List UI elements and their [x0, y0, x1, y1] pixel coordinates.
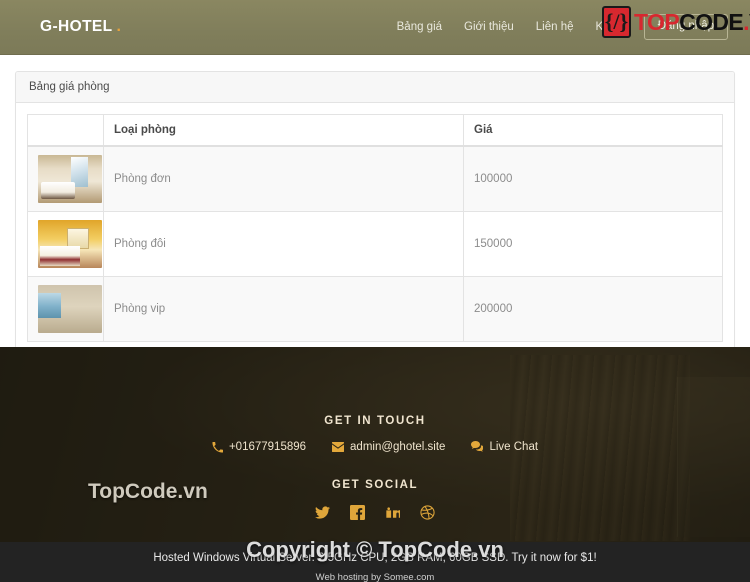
nav-item-gioi-thieu[interactable]: Giới thiệu	[464, 21, 514, 33]
main-navigation: Bảng giá Giới thiệu Liên hệ Khác Đăng nh…	[397, 14, 728, 40]
contact-row: +01677915896 admin@ghotel.site Live Chat	[0, 441, 750, 453]
room-type-cell: Phòng đôi	[103, 211, 464, 277]
main-content: Bảng giá phòng Loại phòng Giá Phòng đơn …	[0, 55, 750, 357]
nav-item-lien-he[interactable]: Liên hệ	[536, 21, 574, 33]
table-header-row: Loại phòng Giá	[27, 114, 723, 147]
hosting-ad-bar: Hosted Windows Virtual Server. 2.5GHz CP…	[0, 542, 750, 582]
room-vip-photo	[38, 285, 102, 333]
page-root: G-HOTEL. Bảng giá Giới thiệu Liên hệ Khá…	[0, 0, 750, 582]
envelope-icon	[332, 441, 345, 453]
brand-name: G-HOTEL	[40, 18, 113, 35]
room-single-photo	[38, 155, 102, 203]
column-header-price: Giá	[463, 114, 723, 147]
get-social-title: GET SOCIAL	[331, 479, 419, 491]
room-double-photo	[38, 220, 102, 268]
nav-item-khac[interactable]: Khác	[596, 21, 622, 33]
get-in-touch-title: GET IN TOUCH	[324, 415, 426, 427]
price-panel: Bảng giá phòng Loại phòng Giá Phòng đơn …	[15, 71, 735, 357]
room-thumbnail-cell	[27, 276, 104, 342]
contact-email[interactable]: admin@ghotel.site	[332, 441, 445, 453]
room-thumbnail-cell	[27, 211, 104, 277]
table-body: Phòng đơn 100000 Phòng đôi 150000 Phòng …	[27, 145, 723, 342]
social-links-row	[0, 505, 750, 520]
phone-icon	[212, 441, 223, 453]
contact-phone[interactable]: +01677915896	[212, 441, 306, 453]
chat-icon	[471, 441, 484, 453]
contact-live-chat[interactable]: Live Chat	[471, 441, 538, 453]
live-chat-label: Live Chat	[489, 441, 539, 453]
room-thumbnail-cell	[27, 145, 104, 212]
phone-number: +01677915896	[228, 441, 307, 453]
room-price-table: Loại phòng Giá Phòng đơn 100000 Phòng đô…	[27, 114, 723, 342]
account-button[interactable]: Đăng nhập	[643, 14, 728, 40]
footer-content: GET IN TOUCH +01677915896 admin@ghotel.s…	[0, 347, 750, 520]
brand-logo[interactable]: G-HOTEL.	[40, 18, 121, 36]
hosting-ad-subtext[interactable]: Web hosting by Somee.com	[0, 572, 750, 582]
table-row[interactable]: Phòng vip 200000	[27, 276, 723, 342]
room-price-cell: 100000	[463, 145, 723, 212]
room-type-cell: Phòng vip	[103, 276, 464, 342]
facebook-icon[interactable]	[350, 505, 365, 520]
nav-item-bang-gia[interactable]: Bảng giá	[397, 21, 442, 33]
table-row[interactable]: Phòng đôi 150000	[27, 211, 723, 277]
room-price-cell: 150000	[463, 211, 723, 277]
table-row[interactable]: Phòng đơn 100000	[27, 145, 723, 212]
brand-dot: .	[116, 18, 122, 35]
panel-body: Loại phòng Giá Phòng đơn 100000 Phòng đô…	[16, 103, 734, 356]
watermark-dot: .	[743, 8, 749, 35]
email-address: admin@ghotel.site	[350, 441, 446, 453]
room-type-cell: Phòng đơn	[103, 145, 464, 212]
panel-title: Bảng giá phòng	[16, 72, 734, 103]
room-price-cell: 200000	[463, 276, 723, 342]
site-footer: GET IN TOUCH +01677915896 admin@ghotel.s…	[0, 347, 750, 542]
hosting-ad-headline[interactable]: Hosted Windows Virtual Server. 2.5GHz CP…	[0, 552, 750, 564]
column-header-thumb	[27, 114, 104, 147]
site-header: G-HOTEL. Bảng giá Giới thiệu Liên hệ Khá…	[0, 0, 750, 55]
table-head: Loại phòng Giá	[27, 114, 723, 147]
linkedin-icon[interactable]	[385, 505, 400, 520]
column-header-room-type: Loại phòng	[103, 114, 464, 147]
twitter-icon[interactable]	[315, 505, 330, 520]
dribbble-icon[interactable]	[420, 505, 435, 520]
